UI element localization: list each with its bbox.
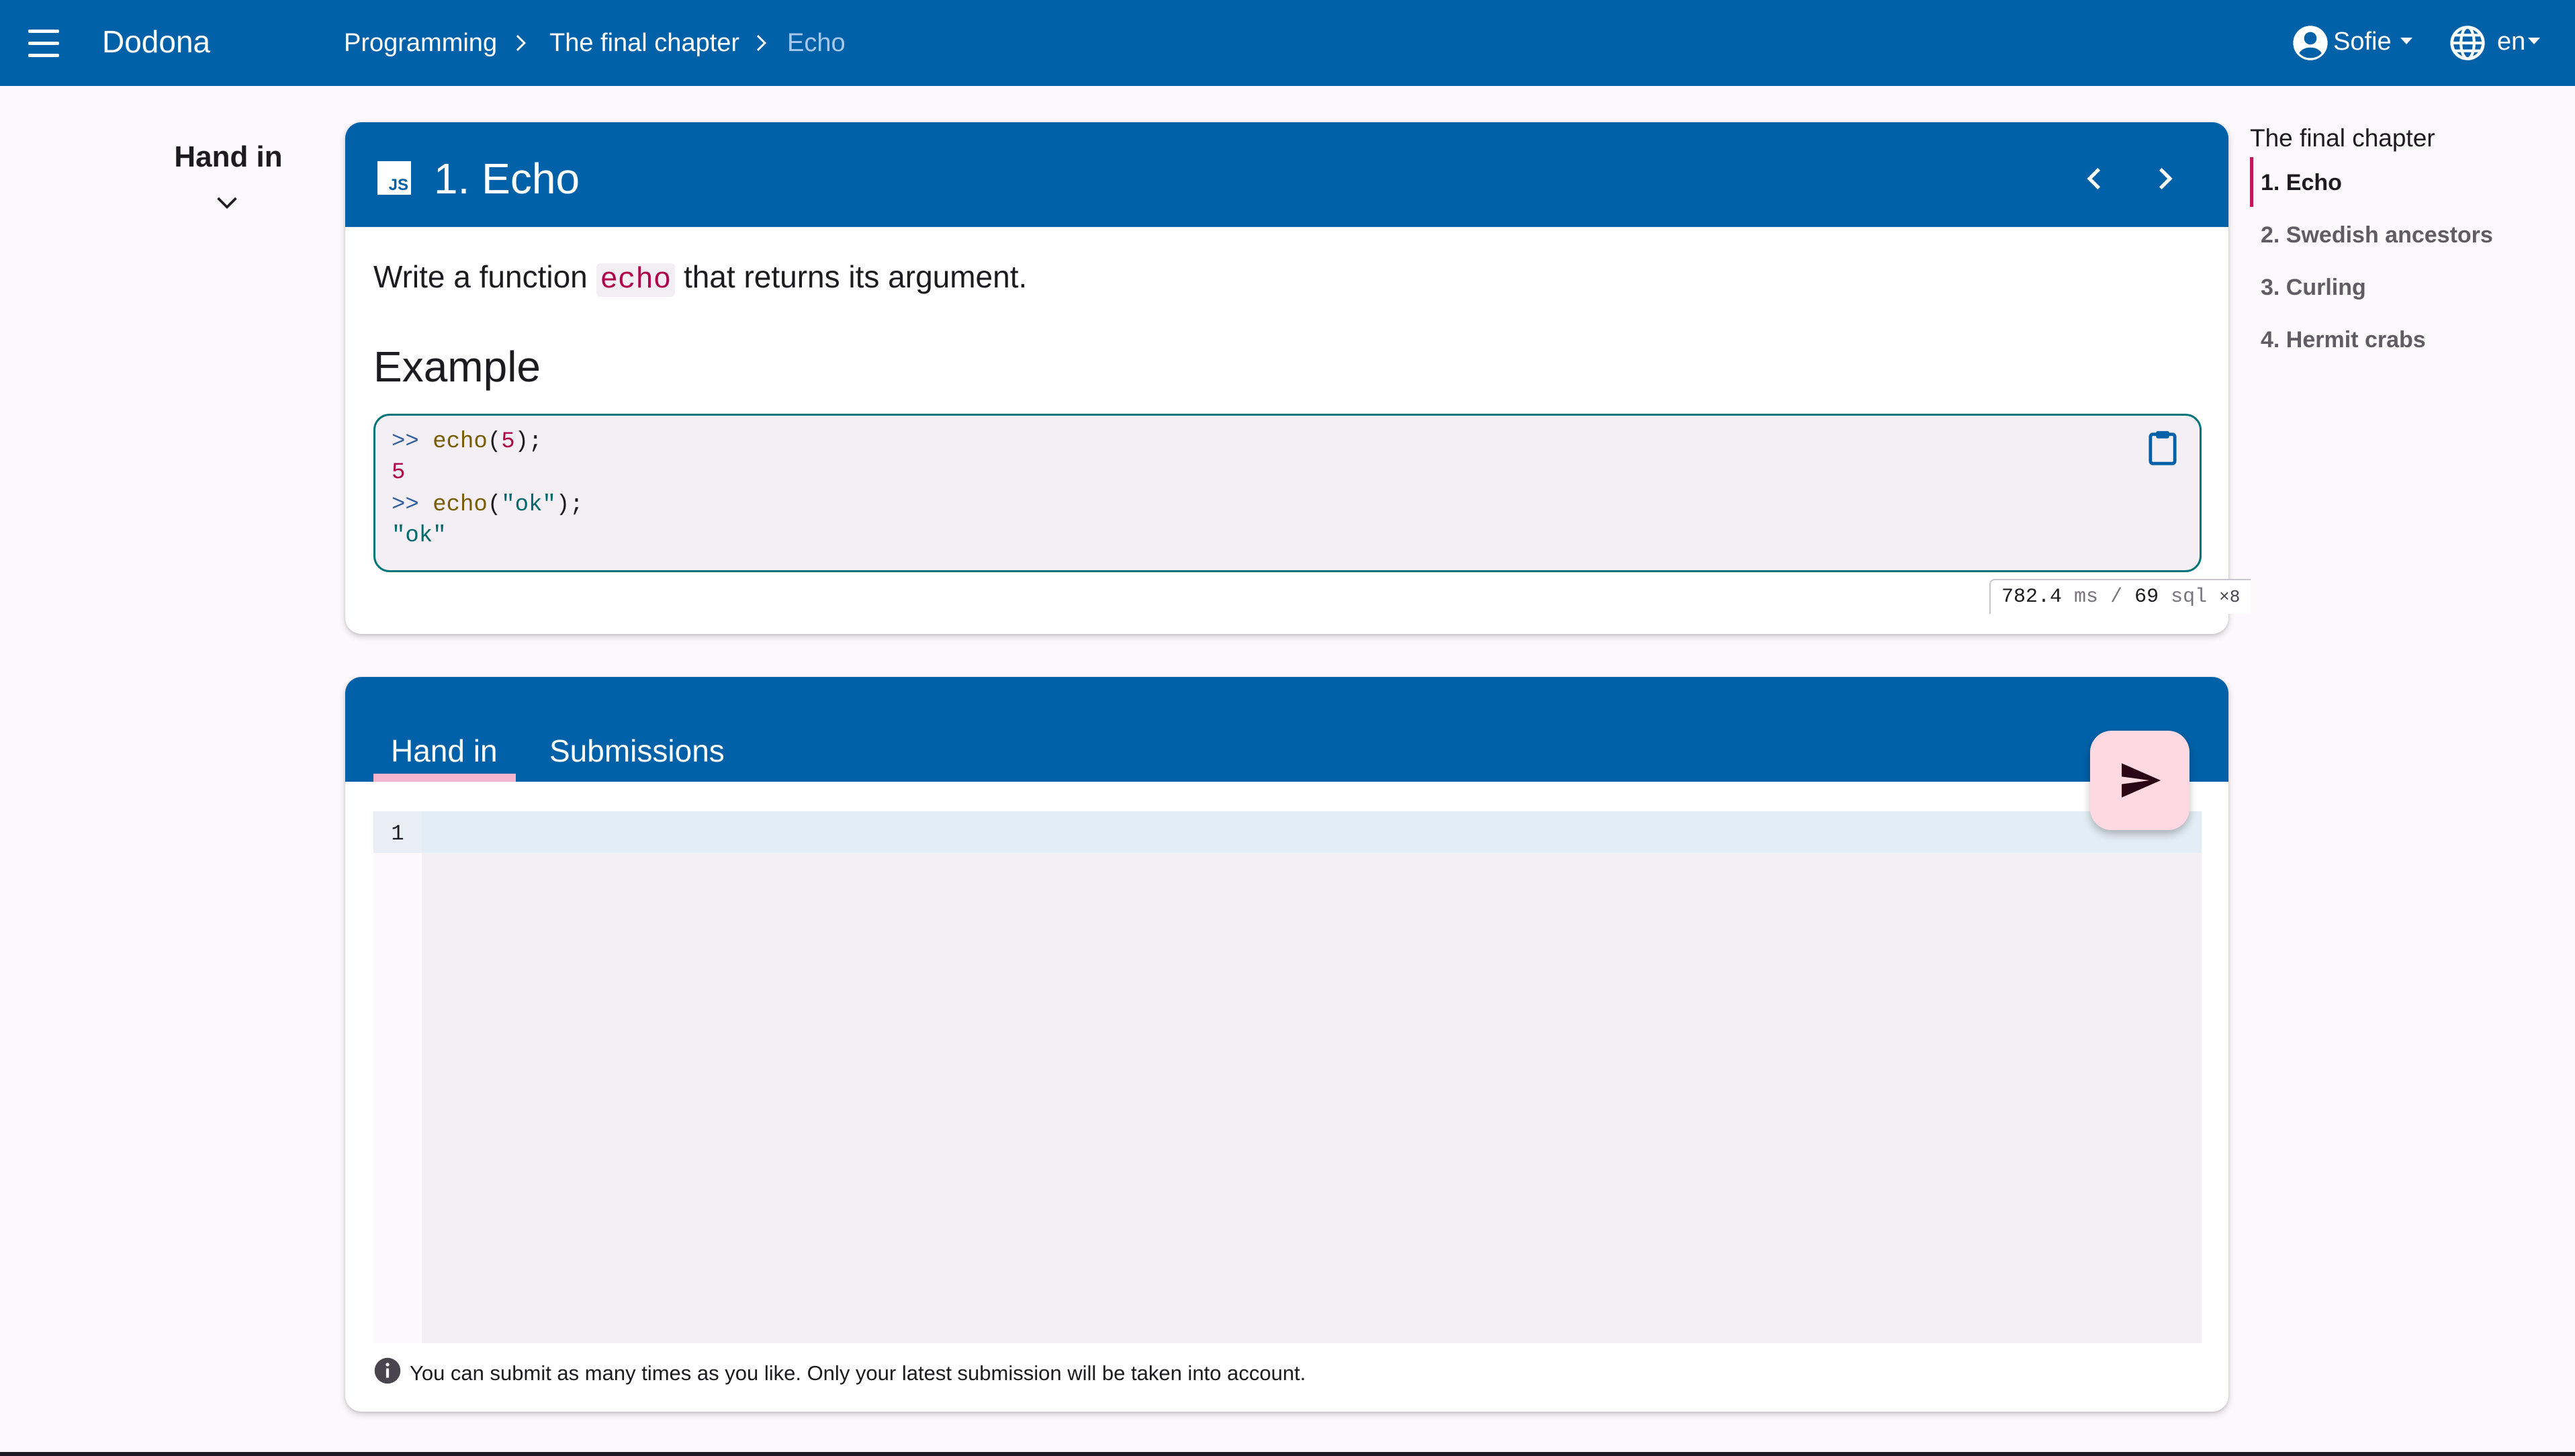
- top-app-bar: Dodona Programming The final chapter Ech…: [0, 0, 2575, 86]
- send-icon: [2117, 758, 2163, 803]
- performance-readout: 782.4 ms / 69 sql ×8: [1989, 579, 2251, 614]
- user-menu[interactable]: Sofie: [2333, 27, 2392, 56]
- hand-in-card: Hand in Submissions 1 You can submit as …: [345, 677, 2228, 1412]
- editor-text-area[interactable]: [422, 811, 2202, 1343]
- caret-down-icon[interactable]: [2528, 38, 2540, 44]
- account-circle-icon[interactable]: [2292, 24, 2329, 60]
- caret-down-icon[interactable]: [2400, 38, 2412, 44]
- chevron-right-icon: [508, 31, 532, 55]
- toc-item-hermit-crabs[interactable]: 4. Hermit crabs: [2261, 325, 2426, 355]
- example-heading: Example: [373, 343, 541, 391]
- code-line: >> echo("ok");: [392, 492, 584, 518]
- active-editor-line: [422, 811, 2202, 853]
- editor-gutter: [373, 811, 422, 1343]
- brand-logo-text[interactable]: Dodona: [102, 23, 210, 60]
- clipboard-icon[interactable]: [2143, 428, 2182, 467]
- toc-active-indicator: [2250, 157, 2253, 207]
- code-line: 5: [392, 460, 406, 486]
- exercise-description: Write a function echo that returns its a…: [373, 259, 1028, 297]
- previous-exercise-button[interactable]: [2073, 157, 2116, 200]
- globe-icon[interactable]: [2449, 24, 2486, 60]
- exercise-title: 1. Echo: [434, 154, 580, 203]
- toc-item-swedish-ancestors[interactable]: 2. Swedish ancestors: [2261, 220, 2493, 250]
- breadcrumb-echo: Echo: [787, 29, 846, 57]
- exercise-header: JS 1. Echo: [345, 122, 2228, 227]
- breadcrumb-programming[interactable]: Programming: [344, 28, 497, 58]
- bottom-edge: [0, 1452, 2575, 1456]
- language-menu[interactable]: en: [2497, 27, 2525, 56]
- toc-item-echo[interactable]: 1. Echo: [2261, 168, 2342, 197]
- toc-item-curling[interactable]: 3. Curling: [2261, 273, 2366, 302]
- menu-icon[interactable]: [27, 27, 60, 60]
- tab-hand-in[interactable]: Hand in: [391, 732, 498, 770]
- active-tab-indicator: [373, 774, 516, 782]
- code-editor[interactable]: 1: [373, 811, 2202, 1343]
- hand-in-shortcut[interactable]: Hand in: [148, 138, 309, 176]
- submit-button[interactable]: [2090, 731, 2189, 830]
- submission-info-text: You can submit as many times as you like…: [410, 1361, 1306, 1385]
- inline-code-echo: echo: [596, 263, 676, 297]
- code-line: "ok": [392, 523, 447, 549]
- toc-title: The final chapter: [2250, 124, 2435, 152]
- line-number: 1: [391, 821, 404, 846]
- info-icon: [373, 1357, 402, 1385]
- javascript-icon: JS: [377, 161, 411, 195]
- exercise-card: JS 1. Echo Write a function echo that re…: [345, 122, 2251, 634]
- chevron-down-icon[interactable]: [212, 187, 242, 216]
- breadcrumb-final-chapter[interactable]: The final chapter: [549, 28, 739, 58]
- chevron-right-icon: [748, 31, 772, 55]
- hand-in-tabs-bar: Hand in Submissions: [345, 677, 2228, 782]
- code-line: >> echo(5);: [392, 429, 543, 455]
- next-exercise-button[interactable]: [2144, 157, 2187, 200]
- example-code-block: >> echo(5); 5 >> echo("ok"); "ok": [373, 414, 2202, 572]
- tab-submissions[interactable]: Submissions: [549, 732, 725, 770]
